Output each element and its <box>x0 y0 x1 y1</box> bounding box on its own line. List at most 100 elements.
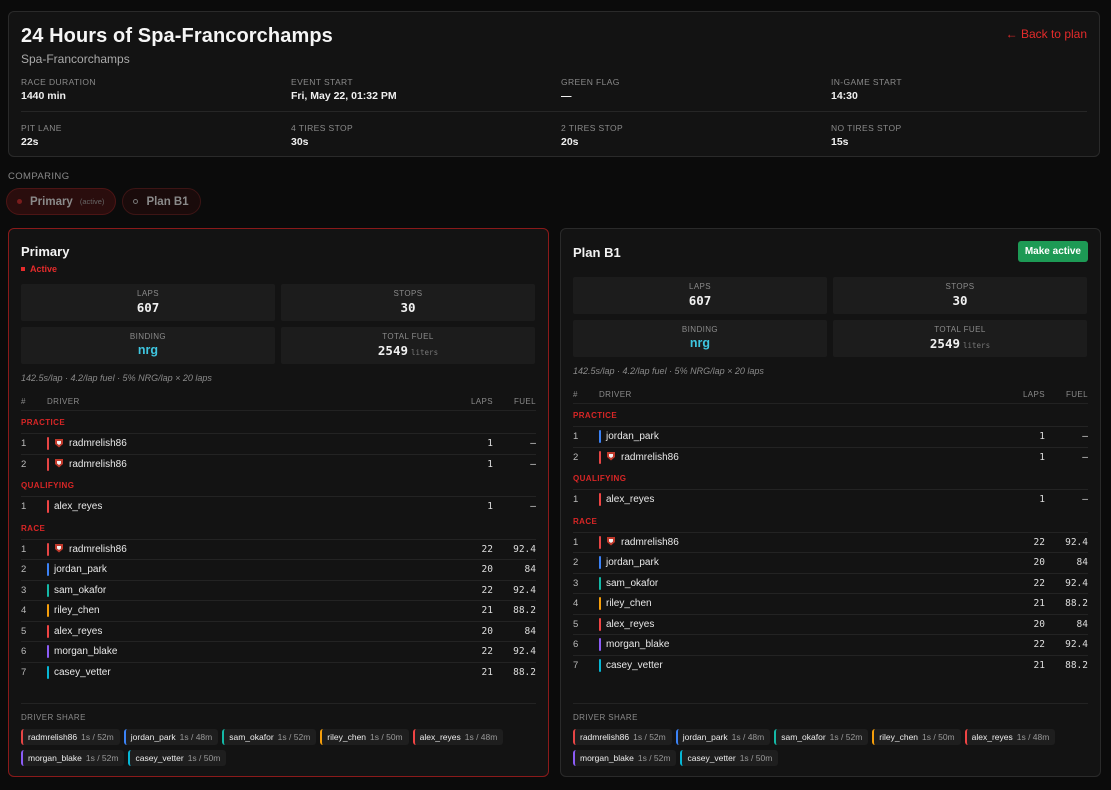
section-label-practice: PRACTICE <box>573 411 618 420</box>
stat-stops: STOPS 30 <box>281 284 535 321</box>
meta-race-duration: RACE DURATION 1440 min <box>21 77 291 102</box>
plan-panel-primary: Primary Active LAPS 607 STOPS 30 BINDING nr… <box>8 228 549 777</box>
meta-no-tires: NO TIRES STOP 15s <box>831 123 1089 148</box>
stint-driver: alex_reyes <box>599 617 1001 631</box>
stint-number: 5 <box>573 618 579 630</box>
stint-fuel: 84 <box>1076 618 1088 630</box>
active-label: Active <box>30 264 58 274</box>
stint-row: 1 radmrelish86 1 – <box>21 433 536 454</box>
stint-fuel: 88.2 <box>513 605 536 617</box>
stint-fuel: 92.4 <box>1065 639 1088 651</box>
header-fuel: FUEL <box>513 397 536 406</box>
stint-fuel: 92.4 <box>1065 577 1088 589</box>
chip-label: Plan B1 <box>146 195 189 208</box>
stint-laps: 21 <box>481 666 493 678</box>
stint-row: 7 casey_vetter 21 88.2 <box>21 661 536 683</box>
stint-row: 1 jordan_park 1 – <box>573 426 1088 447</box>
stat-total-fuel: TOTAL FUEL 2549 liters <box>833 320 1087 357</box>
stint-laps: 1 <box>1039 431 1045 443</box>
stat-value: nrg <box>689 336 711 350</box>
active-square-icon <box>21 267 25 271</box>
section-label-race: RACE <box>21 523 46 533</box>
stint-row: 3 sam_okafor 22 92.4 <box>573 572 1088 594</box>
driver-share-pill: sam_okafor 1s / 52m <box>774 729 869 745</box>
fuel-value: 2549 <box>929 336 960 351</box>
helmet-avatar-icon <box>55 438 63 448</box>
fuel-unit: liters <box>411 348 439 357</box>
share-duration: 1s / 48m <box>1016 732 1050 742</box>
event-meta-row: RACE DURATION 1440 min EVENT START Fri, Ma… <box>21 77 1087 102</box>
share-duration: 1s / 48m <box>464 732 498 742</box>
driver-share-pill: sam_okafor 1s / 52m <box>222 729 317 745</box>
share-driver: morgan_blake <box>28 753 82 763</box>
stat-label: BINDING <box>681 325 719 334</box>
meta-value: 20s <box>561 136 579 148</box>
stint-fuel: 92.4 <box>1065 536 1088 548</box>
share-duration: 1s / 50m <box>187 753 221 763</box>
driver-name: morgan_blake <box>606 639 670 651</box>
stint-table-header: # DRIVER LAPS FUEL <box>21 397 536 411</box>
chip-plan-b1[interactable]: Plan B1 <box>122 188 201 215</box>
driver-name: casey_vetter <box>606 659 663 671</box>
fuel-value: 2549 <box>377 343 408 358</box>
share-duration: 1s / 50m <box>739 753 773 763</box>
stint-driver: radmrelish86 <box>47 542 449 556</box>
driver-color-bar <box>47 457 49 471</box>
chip-primary[interactable]: Primary (active) <box>6 188 117 215</box>
helmet-avatar-icon <box>55 459 63 468</box>
share-duration: 1s / 52m <box>81 732 114 742</box>
stint-row: 2 radmrelish86 1 – <box>573 446 1088 468</box>
plan-formula: 142.5s/lap · 4.2/lap fuel · 5% NRG/lap ×… <box>21 373 212 383</box>
share-driver: jordan_park <box>682 732 728 742</box>
meta-2-tires: 2 TIRES STOP 20s <box>561 123 831 148</box>
driver-share-pill: radmrelish86 1s / 52m <box>21 729 120 745</box>
header-num: # <box>21 397 26 406</box>
share-driver: alex_reyes <box>419 732 461 742</box>
stint-laps: 1 <box>1039 494 1045 506</box>
driver-name: sam_okafor <box>54 584 107 596</box>
stint-fuel: 84 <box>524 625 536 637</box>
driver-name: alex_reyes <box>606 618 655 630</box>
stint-driver: alex_reyes <box>599 493 1001 507</box>
share-duration: 1s / 52m <box>637 753 671 763</box>
meta-label: GREEN FLAG <box>561 77 620 87</box>
share-pills: radmrelish86 1s / 52m jordan_park 1s / 48m s… <box>21 729 536 766</box>
meta-label: 4 TIRES STOP <box>291 123 354 133</box>
driver-name: riley_chen <box>54 605 100 617</box>
driver-name: casey_vetter <box>54 666 111 678</box>
stint-laps: 1 <box>1039 451 1045 463</box>
stint-laps: 22 <box>1033 577 1045 589</box>
stat-label: BINDING <box>129 332 167 341</box>
stint-row: 7 casey_vetter 21 88.2 <box>573 654 1088 676</box>
stint-laps: 1 <box>487 501 493 513</box>
stint-row: 2 radmrelish86 1 – <box>21 453 536 475</box>
section-label-practice: PRACTICE <box>21 418 66 427</box>
stint-number: 1 <box>573 431 579 443</box>
driver-share-pill: jordan_park 1s / 48m <box>123 729 219 745</box>
stint-laps: 20 <box>1033 557 1045 569</box>
back-to-plan-link[interactable]: ← Back to plan <box>1006 27 1087 41</box>
stat-binding: BINDING nrg <box>573 320 827 357</box>
driver-color-bar <box>599 450 601 464</box>
stint-row: 2 jordan_park 20 84 <box>573 552 1088 573</box>
track-name: Spa-Francorchamps <box>21 52 130 66</box>
driver-share-pill: riley_chen 1s / 50m <box>872 729 961 745</box>
stint-fuel: – <box>530 501 536 513</box>
driver-color-bar <box>599 597 601 611</box>
stint-laps: 22 <box>481 584 493 596</box>
make-active-button[interactable]: Make active <box>1017 241 1088 262</box>
stint-laps: 20 <box>481 625 493 637</box>
driver-color-bar <box>47 665 49 679</box>
driver-name: riley_chen <box>606 598 652 610</box>
stint-driver: radmrelish86 <box>47 437 449 451</box>
stint-row: 1 radmrelish86 22 92.4 <box>573 531 1088 553</box>
stat-laps: LAPS 607 <box>21 284 275 321</box>
stint-fuel: 88.2 <box>1065 598 1088 610</box>
stat-value: 2549 liters <box>833 336 1087 351</box>
header-laps: LAPS <box>1022 390 1045 399</box>
stint-row: 4 riley_chen 21 88.2 <box>573 593 1088 614</box>
share-pills: radmrelish86 1s / 52m jordan_park 1s / 48m s… <box>573 729 1088 766</box>
stint-table-body: PRACTICE 1 radmrelish86 1 – 2 radmrelish86 1 – QU… <box>21 411 536 682</box>
stint-driver: radmrelish86 <box>599 535 1001 549</box>
driver-color-bar <box>47 563 49 577</box>
